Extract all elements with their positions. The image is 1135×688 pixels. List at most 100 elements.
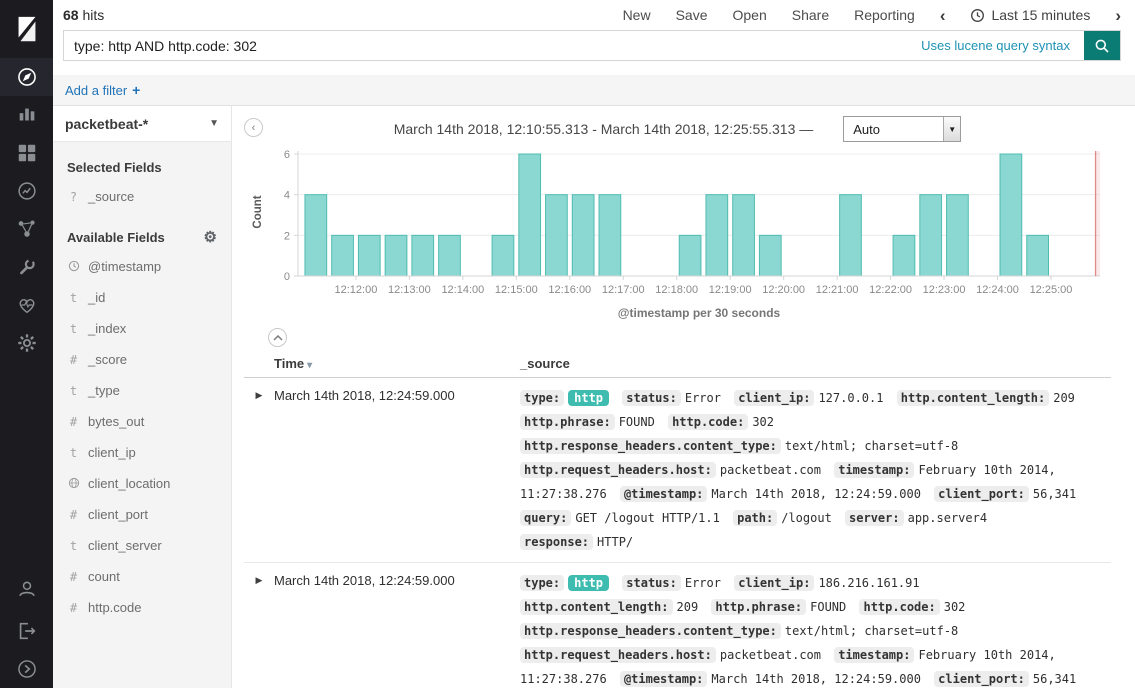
table-header: Time▾ _source [244,351,1111,378]
field-item-@timestamp[interactable]: @timestamp [53,251,231,282]
monitoring-icon[interactable] [0,286,53,324]
collapse-sidebar-icon[interactable]: ‹ [244,118,263,137]
logout-icon[interactable] [0,612,53,650]
field-key: status: [622,390,681,406]
field-name: _source [88,189,134,204]
field-name: client_server [88,538,162,553]
expand-caret-icon[interactable]: ▶ [244,386,274,554]
filter-bar: Add a filter + [53,75,1135,106]
menu-open[interactable]: Open [733,7,767,23]
documents-table: Time▾ _source ▶March 14th 2018, 12:24:59… [244,351,1111,688]
field-key: client_ip: [734,575,814,591]
index-pattern-selector[interactable]: packetbeat-* ▼ [53,106,231,142]
field-type-indicator: # [67,416,80,428]
discover-icon[interactable] [0,58,53,96]
field-key: http.response_headers.content_type: [520,438,781,454]
search-bar: Uses lucene query syntax [63,30,1121,61]
globe-icon [67,477,80,491]
expand-caret-icon[interactable]: ▶ [244,571,274,688]
sort-caret-icon: ▾ [307,360,312,371]
field-value: text/html; charset=utf-8 [785,624,958,638]
time-forward-icon[interactable]: › [1115,7,1121,24]
field-item-bytes_out[interactable]: # bytes_out [53,406,231,437]
menu-save[interactable]: Save [676,7,708,23]
management-icon[interactable] [0,324,53,362]
menu-new[interactable]: New [623,7,651,23]
collapse-nav-icon[interactable] [0,650,53,688]
x-axis-title: @timestamp per 30 seconds [298,306,1100,320]
field-type-indicator: t [67,447,80,459]
svg-text:12:24:00: 12:24:00 [976,284,1019,296]
dashboard-icon[interactable] [0,134,53,172]
index-pattern-name: packetbeat-* [65,116,148,132]
field-item-_index[interactable]: t_index [53,313,231,344]
column-header-time[interactable]: Time▾ [274,356,520,371]
field-name: _type [88,383,120,398]
timepicker-button[interactable]: Last 15 minutes [970,7,1090,23]
field-type-indicator: t [67,385,80,397]
field-value: Error [685,391,721,405]
field-item-client_server[interactable]: tclient_server [53,530,231,561]
field-value: 56,341 [1033,672,1076,686]
time-range-label: Last 15 minutes [991,7,1090,23]
hits-number: 68 [63,7,79,23]
field-value: 56,341 [1033,487,1076,501]
menu-reporting[interactable]: Reporting [854,7,915,23]
row-source: type:http status:Error client_ip:186.216… [520,571,1111,688]
field-key: http.response_headers.content_type: [520,623,781,639]
table-row[interactable]: ▶March 14th 2018, 12:24:59.000type:http … [244,378,1111,563]
time-back-icon[interactable]: ‹ [940,7,946,24]
field-key: client_ip: [734,390,814,406]
add-filter-plus-icon[interactable]: + [132,82,140,98]
field-name: bytes_out [88,414,144,429]
add-filter-link[interactable]: Add a filter [65,83,127,98]
gear-icon[interactable]: ⚙ [204,230,217,245]
field-item-client_location[interactable]: client_location [53,468,231,499]
field-item-http.code[interactable]: #http.code [53,592,231,623]
field-value: text/html; charset=utf-8 [785,439,958,453]
field-item-_id[interactable]: t_id [53,282,231,313]
field-key: http.phrase: [520,414,615,430]
row-time: March 14th 2018, 12:24:59.000 [274,571,520,688]
field-name: _index [88,321,126,336]
field-name: client_ip [88,445,136,460]
field-key: type: [520,575,564,591]
field-item-client_port[interactable]: #client_port [53,499,231,530]
menu-share[interactable]: Share [792,7,829,23]
kibana-logo[interactable] [0,0,53,58]
field-value: GET /logout HTTP/1.1 [575,511,720,525]
field-key: http.content_length: [897,390,1050,406]
svg-text:12:21:00: 12:21:00 [816,284,859,296]
timelion-icon[interactable] [0,172,53,210]
field-item-_type[interactable]: t _type [53,375,231,406]
field-item-_score[interactable]: #_score [53,344,231,375]
table-row[interactable]: ▶March 14th 2018, 12:24:59.000type:http … [244,563,1111,688]
interval-select[interactable]: Auto ▼ [843,116,961,142]
histogram-chart[interactable]: 024612:12:0012:13:0012:14:0012:15:0012:1… [270,148,1108,298]
field-key: http.request_headers.host: [520,462,716,478]
field-item-count[interactable]: #count [53,561,231,592]
search-input[interactable] [64,38,921,54]
field-key: @timestamp: [620,486,707,502]
field-key: timestamp: [834,462,914,478]
field-item-client_ip[interactable]: t client_ip [53,437,231,468]
svg-text:12:20:00: 12:20:00 [762,284,805,296]
field-key: path: [733,510,777,526]
dev-tools-icon[interactable] [0,248,53,286]
field-item-_source[interactable]: ?_source [53,181,231,212]
kibana-app: 68 hits New Save Open Share Reporting ‹ … [0,0,1135,688]
fields-panel: packetbeat-* ▼ Selected Fields ?_source … [53,106,232,688]
top-bar: 68 hits New Save Open Share Reporting ‹ … [53,0,1135,30]
user-icon[interactable] [0,570,53,608]
collapse-chart-icon[interactable] [268,328,287,347]
graph-icon[interactable] [0,210,53,248]
field-key: type: [520,390,564,406]
lucene-syntax-link[interactable]: Uses lucene query syntax [921,38,1070,53]
svg-text:12:16:00: 12:16:00 [548,284,591,296]
visualize-icon[interactable] [0,96,53,134]
field-type-indicator: # [67,602,80,614]
table-rows: ▶March 14th 2018, 12:24:59.000type:http … [244,378,1111,688]
field-key: timestamp: [834,647,914,663]
time-range-title: March 14th 2018, 12:10:55.313 - March 14… [394,121,814,137]
search-button[interactable] [1084,31,1120,60]
